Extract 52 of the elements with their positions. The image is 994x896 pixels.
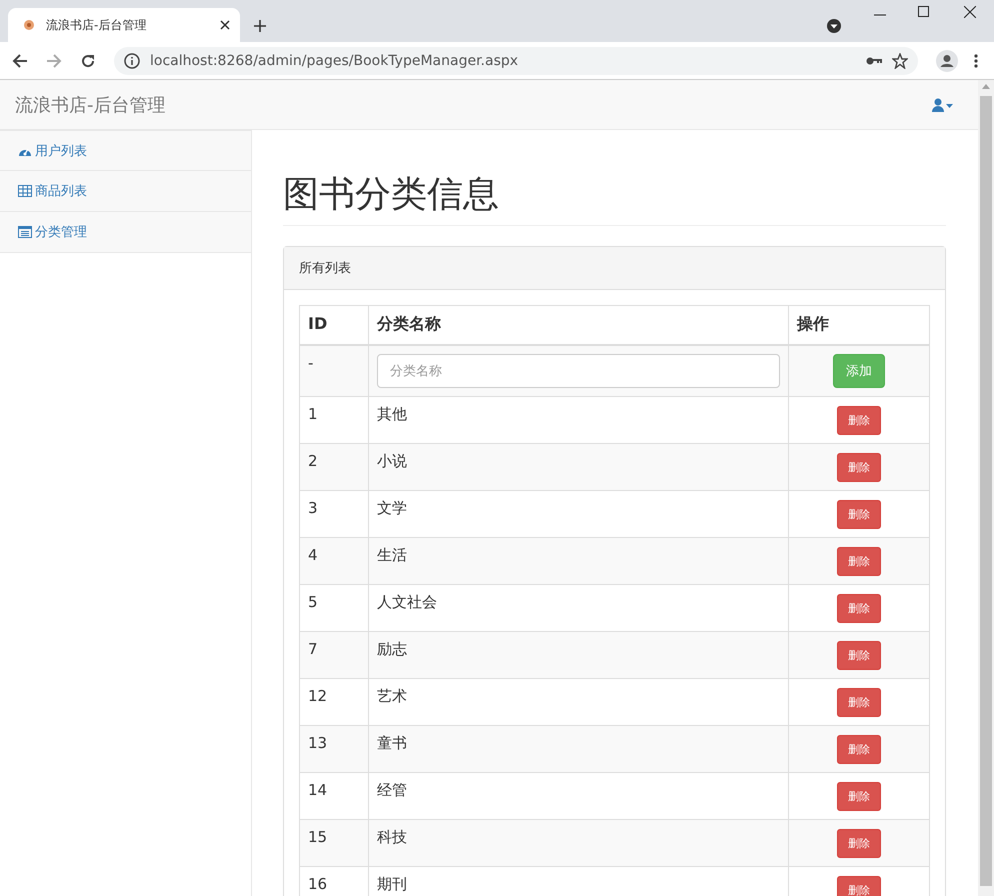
table-cell: - (300, 345, 368, 396)
reload-icon[interactable] (80, 52, 96, 68)
brand-title[interactable]: 流浪书店-后台管理 (15, 92, 166, 116)
table-cell: 科技 (368, 820, 788, 866)
table-cell: 2 (300, 444, 368, 490)
menu-icon[interactable] (974, 54, 978, 68)
minimize-icon[interactable] (874, 14, 886, 16)
table-cell: 7 (300, 632, 368, 678)
table-cell: 小说 (368, 444, 788, 490)
user-dropdown-icon[interactable] (932, 98, 954, 112)
table-cell: 生活 (368, 538, 788, 584)
profile-icon[interactable] (936, 50, 958, 72)
tab-title: 流浪书店-后台管理 (46, 16, 148, 34)
plus-icon[interactable] (254, 20, 266, 32)
delete-button[interactable]: 删除 (837, 641, 881, 670)
key-icon[interactable] (866, 56, 882, 66)
url-text: localhost:8268/admin/pages/BookTypeManager.aspx (150, 52, 520, 68)
delete-button[interactable]: 删除 (837, 453, 881, 482)
address-bar[interactable]: localhost:8268/admin/pages/BookTypeManager.aspx (114, 46, 918, 74)
dropdown-icon[interactable] (826, 18, 842, 34)
table-cell: 15 (300, 820, 368, 866)
table-icon (18, 185, 32, 197)
star-icon[interactable] (892, 52, 908, 68)
delete-button[interactable]: 删除 (837, 735, 881, 764)
close-icon[interactable] (964, 6, 976, 18)
delete-button[interactable]: 删除 (837, 688, 881, 717)
category-name-field[interactable]: 分类名称 (377, 354, 780, 388)
list-icon (18, 226, 32, 238)
panel-heading: 所有列表 (284, 247, 945, 290)
delete-button[interactable]: 删除 (837, 876, 881, 896)
table-cell: 4 (300, 538, 368, 584)
close-icon[interactable] (220, 20, 230, 30)
table-cell: 13 (300, 726, 368, 772)
delete-button[interactable]: 删除 (837, 547, 881, 576)
delete-button[interactable]: 删除 (837, 829, 881, 858)
delete-button[interactable]: 删除 (837, 406, 881, 435)
sidebar-item[interactable]: 商品列表 (0, 171, 251, 212)
delete-button[interactable]: 删除 (837, 594, 881, 623)
page-title: 图书分类信息 (283, 170, 946, 226)
sidebar-item[interactable]: 分类管理 (0, 212, 251, 253)
delete-button[interactable]: 删除 (837, 500, 881, 529)
table-cell: 16 (300, 866, 368, 896)
back-arrow-icon[interactable] (12, 52, 28, 68)
browser-tab[interactable]: 流浪书店-后台管理 (8, 8, 240, 42)
table-cell: 励志 (368, 632, 788, 678)
sidebar-item[interactable]: 用户列表 (0, 130, 251, 171)
table-cell: 童书 (368, 726, 788, 772)
info-icon (124, 52, 140, 68)
delete-button[interactable]: 删除 (837, 782, 881, 811)
site-icon (22, 18, 36, 32)
maximize-icon[interactable] (918, 6, 930, 18)
add-button[interactable]: 添加 (833, 354, 885, 388)
